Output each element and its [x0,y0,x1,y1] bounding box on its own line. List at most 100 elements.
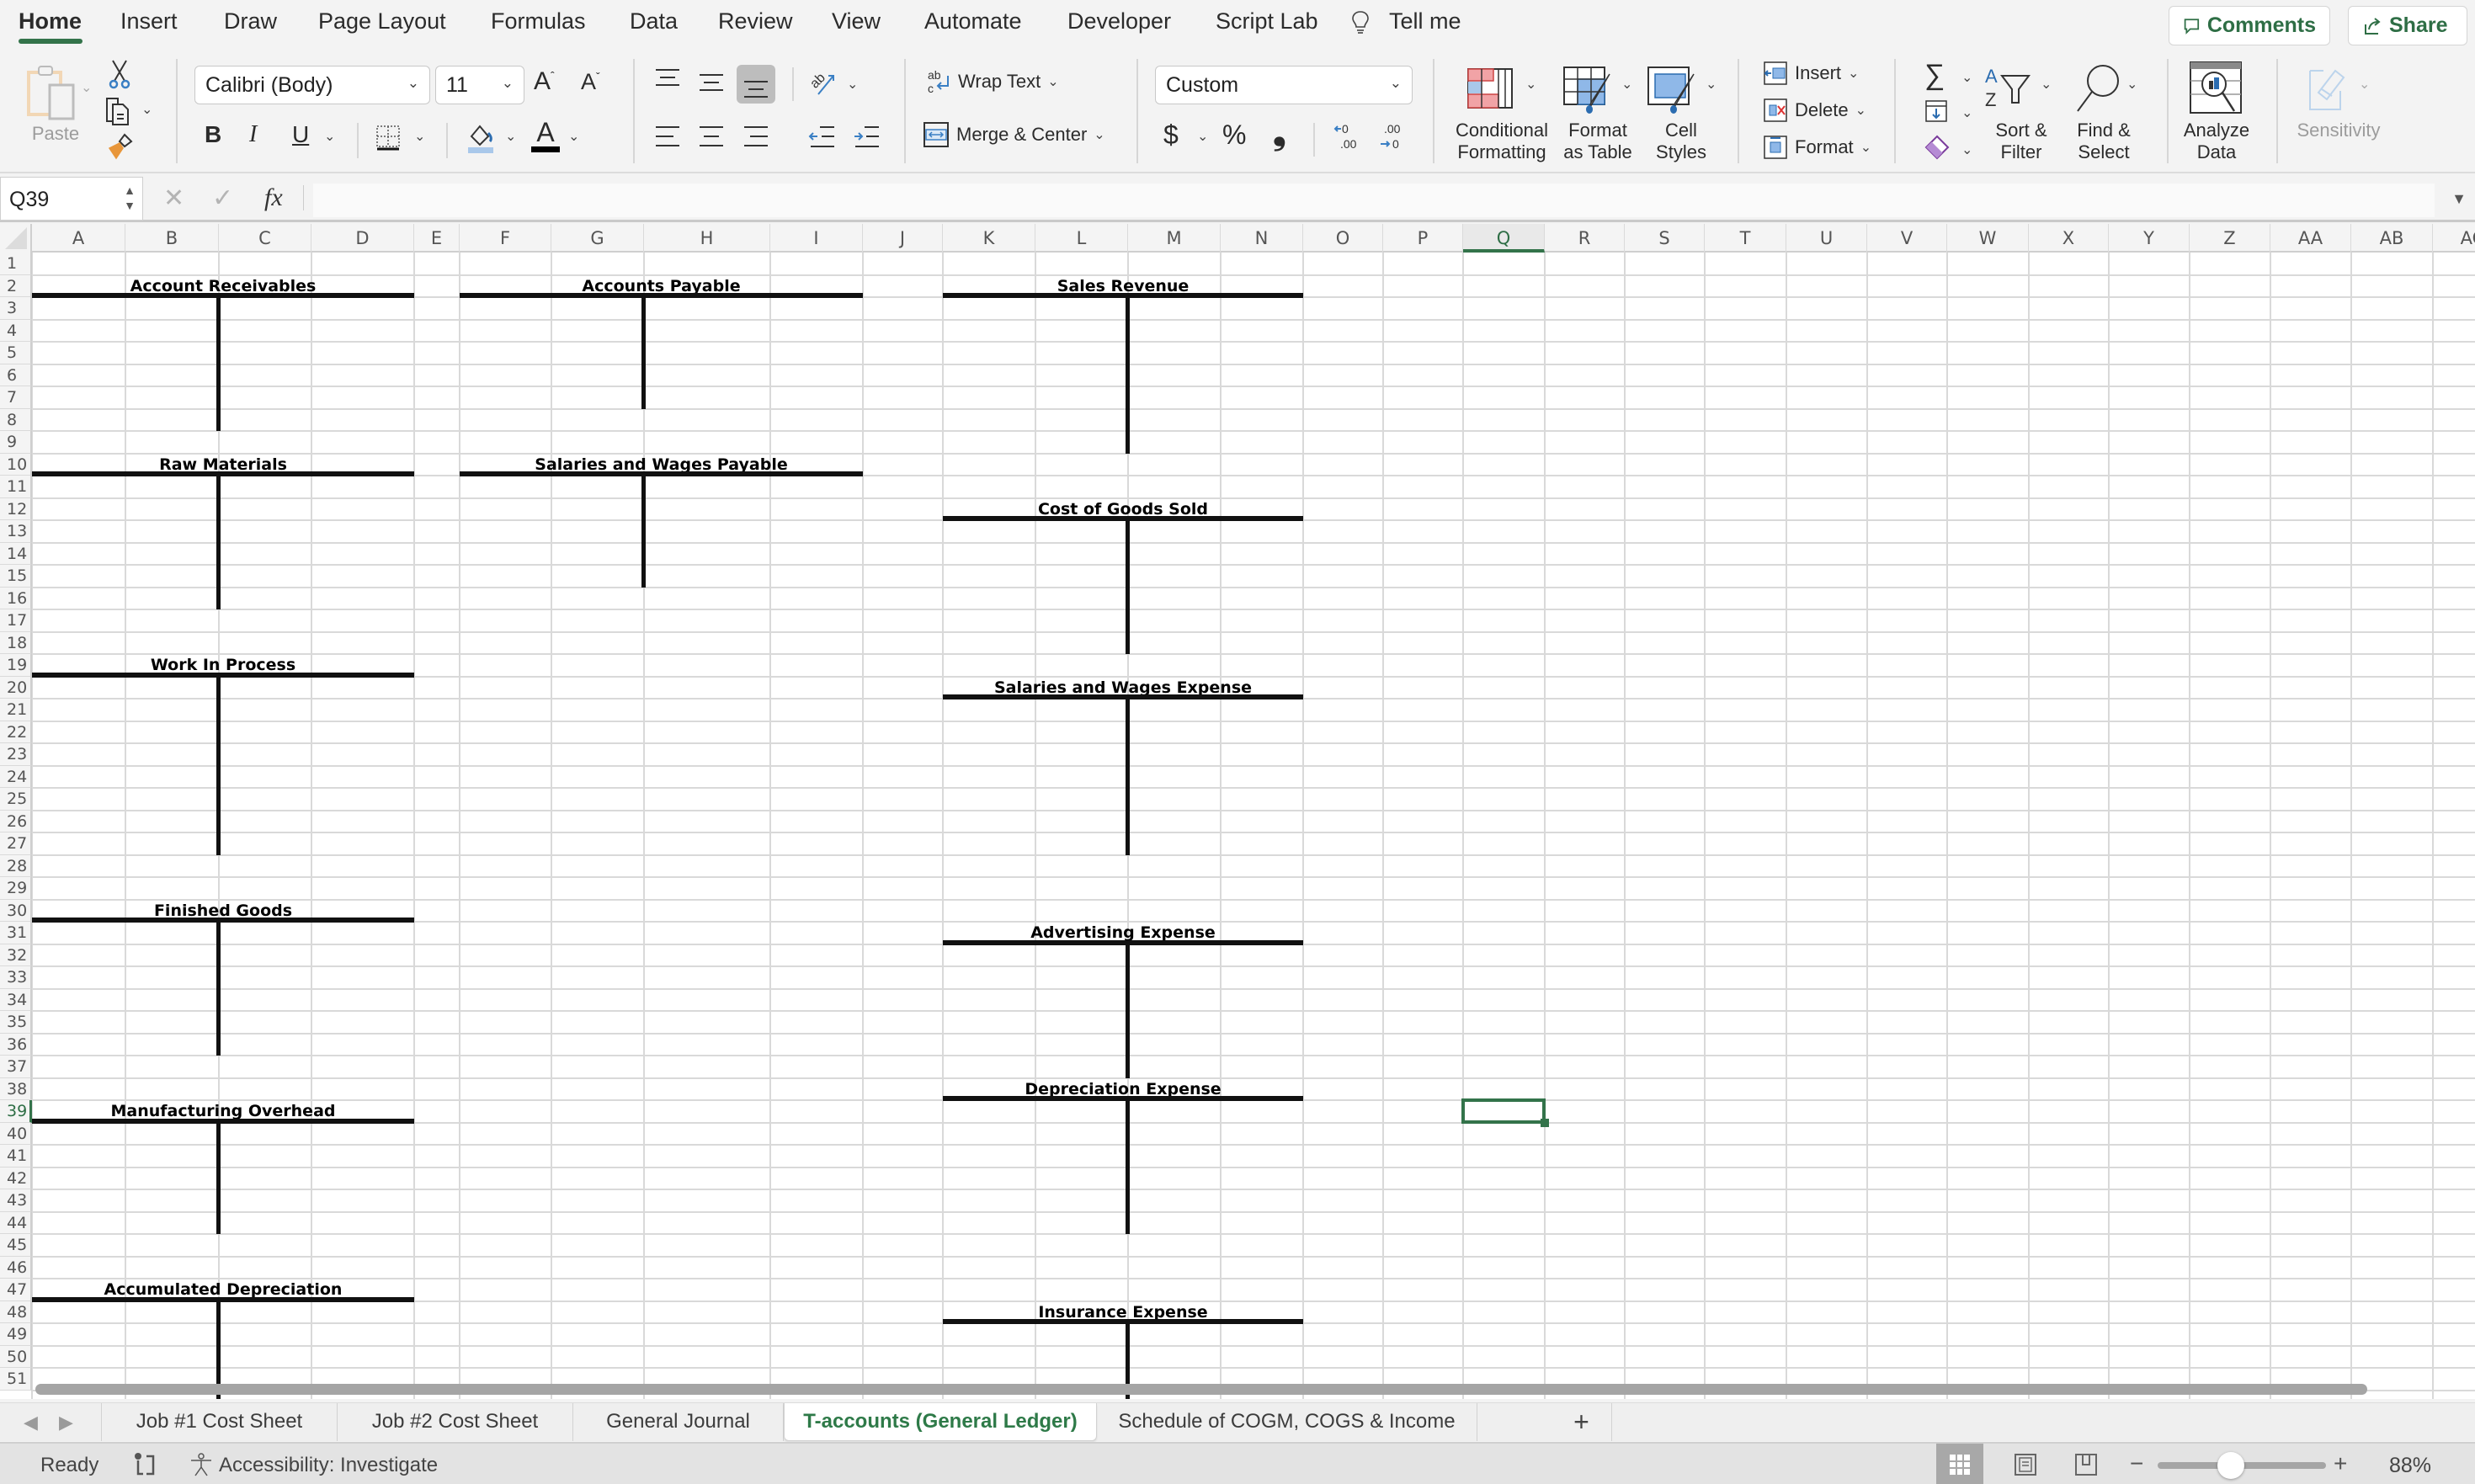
enter-check-icon[interactable]: ✓ [212,184,233,213]
row-header-30[interactable]: 30 [0,899,32,922]
row-header-3[interactable]: 3 [0,297,32,320]
increase-font-size-button[interactable]: Aˆ [534,67,555,96]
underline-dropdown-chevron[interactable]: ⌄ [324,128,335,145]
sheet-tab-t-accounts[interactable]: T-accounts (General Ledger) [784,1403,1097,1441]
autosum-chevron[interactable]: ⌄ [1961,69,1972,86]
tell-me-search[interactable]: Tell me [1389,8,1461,35]
row-header-40[interactable]: 40 [0,1122,32,1145]
column-header-z[interactable]: Z [2190,224,2270,253]
worksheet-grid[interactable]: ABCDEFGHIJKLMNOPQRSTUVWXYZAAABAC 1234567… [0,224,2475,1399]
column-header-w[interactable]: W [1947,224,2029,253]
font-name-dropdown[interactable]: Calibri (Body) ⌄ [194,66,430,104]
copy-icon[interactable] [104,96,135,126]
format-as-table-icon[interactable] [1562,66,1613,116]
tab-draw[interactable]: Draw [224,8,277,35]
next-sheet-arrow[interactable]: ▶ [59,1412,73,1433]
horizontal-scrollbar[interactable] [35,1384,2367,1395]
tab-view[interactable]: View [832,8,881,35]
column-header-c[interactable]: C [219,224,311,253]
row-header-19[interactable]: 19 [0,654,32,677]
fill-chevron[interactable]: ⌄ [1961,104,1972,121]
column-header-b[interactable]: B [125,224,219,253]
column-header-f[interactable]: F [460,224,551,253]
name-box-stepper[interactable]: ▲ ▼ [124,183,136,213]
tab-developer[interactable]: Developer [1067,8,1171,35]
fill-color-dropdown-chevron[interactable]: ⌄ [505,128,516,145]
column-header-l[interactable]: L [1035,224,1128,253]
row-header-34[interactable]: 34 [0,988,32,1011]
column-header-k[interactable]: K [943,224,1035,253]
column-header-e[interactable]: E [414,224,460,253]
page-break-view-button[interactable] [2062,1444,2110,1484]
row-header-10[interactable]: 10 [0,453,32,476]
row-header-6[interactable]: 6 [0,364,32,386]
accessibility-status[interactable]: Accessibility: Investigate [219,1454,438,1477]
row-header-39[interactable]: 39 [0,1100,32,1123]
zoom-in-button[interactable]: + [2334,1450,2347,1477]
format-as-table-chevron[interactable]: ⌄ [1621,76,1632,93]
sheet-tab-general-journal[interactable]: General Journal [573,1403,784,1441]
comma-style-button[interactable]: ❟ [1273,114,1286,152]
column-header-q[interactable]: Q [1463,224,1545,253]
comments-button[interactable]: Comments [2169,6,2330,45]
column-header-a[interactable]: A [32,224,125,253]
fill-color-icon[interactable] [466,123,495,153]
row-header-32[interactable]: 32 [0,944,32,966]
decrease-indent-icon[interactable] [808,125,837,150]
row-header-21[interactable]: 21 [0,699,32,721]
column-header-h[interactable]: H [644,224,770,253]
row-header-5[interactable]: 5 [0,342,32,364]
row-header-14[interactable]: 14 [0,542,32,565]
row-header-43[interactable]: 43 [0,1189,32,1212]
row-header-29[interactable]: 29 [0,877,32,900]
orientation-dropdown-chevron[interactable]: ⌄ [847,76,858,93]
row-header-48[interactable]: 48 [0,1300,32,1323]
tab-page-layout[interactable]: Page Layout [318,8,446,35]
column-header-o[interactable]: O [1303,224,1383,253]
row-header-38[interactable]: 38 [0,1077,32,1100]
underline-button[interactable]: U [292,121,309,148]
row-header-17[interactable]: 17 [0,609,32,632]
row-header-44[interactable]: 44 [0,1211,32,1234]
selected-cell[interactable] [1461,1098,1546,1124]
row-header-49[interactable]: 49 [0,1323,32,1346]
decrease-decimal-icon[interactable]: .000 [1377,121,1406,152]
tab-script-lab[interactable]: Script Lab [1216,8,1318,35]
row-header-51[interactable]: 51 [0,1368,32,1391]
row-header-4[interactable]: 4 [0,319,32,342]
zoom-out-button[interactable]: − [2130,1450,2143,1477]
currency-dropdown-chevron[interactable]: ⌄ [1197,128,1208,145]
row-header-23[interactable]: 23 [0,743,32,766]
wrap-text-button[interactable]: ab c Wrap Text ⌄ [926,67,1059,96]
row-header-7[interactable]: 7 [0,386,32,409]
column-header-x[interactable]: X [2029,224,2109,253]
insert-function-icon[interactable]: fx [264,184,283,212]
row-header-1[interactable]: 1 [0,253,32,275]
column-header-s[interactable]: S [1625,224,1705,253]
column-header-n[interactable]: N [1221,224,1303,253]
column-header-ac[interactable]: AC [2433,224,2475,253]
decrease-font-size-button[interactable]: Aˇ [581,69,600,95]
delete-cells-button[interactable]: Delete ⌄ [1763,98,1866,123]
row-header-26[interactable]: 26 [0,810,32,832]
row-header-33[interactable]: 33 [0,966,32,989]
tab-insert[interactable]: Insert [120,8,178,35]
row-header-35[interactable]: 35 [0,1011,32,1034]
conditional-formatting-icon[interactable] [1466,67,1514,109]
tab-home[interactable]: Home [19,8,82,35]
tab-automate[interactable]: Automate [924,8,1022,35]
tab-formulas[interactable]: Formulas [491,8,586,35]
row-header-28[interactable]: 28 [0,854,32,877]
conditional-formatting-chevron[interactable]: ⌄ [1525,76,1536,93]
row-header-9[interactable]: 9 [0,431,32,454]
row-header-25[interactable]: 25 [0,788,32,811]
percent-format-button[interactable]: % [1222,120,1246,151]
row-header-41[interactable]: 41 [0,1145,32,1168]
paste-dropdown-chevron[interactable]: ⌄ [81,79,92,96]
row-header-20[interactable]: 20 [0,676,32,699]
add-sheet-button[interactable]: + [1552,1403,1612,1441]
fill-handle[interactable] [1541,1118,1549,1127]
align-bottom-button[interactable] [737,65,775,104]
column-header-ab[interactable]: AB [2351,224,2433,253]
normal-view-button[interactable] [1936,1444,1983,1484]
